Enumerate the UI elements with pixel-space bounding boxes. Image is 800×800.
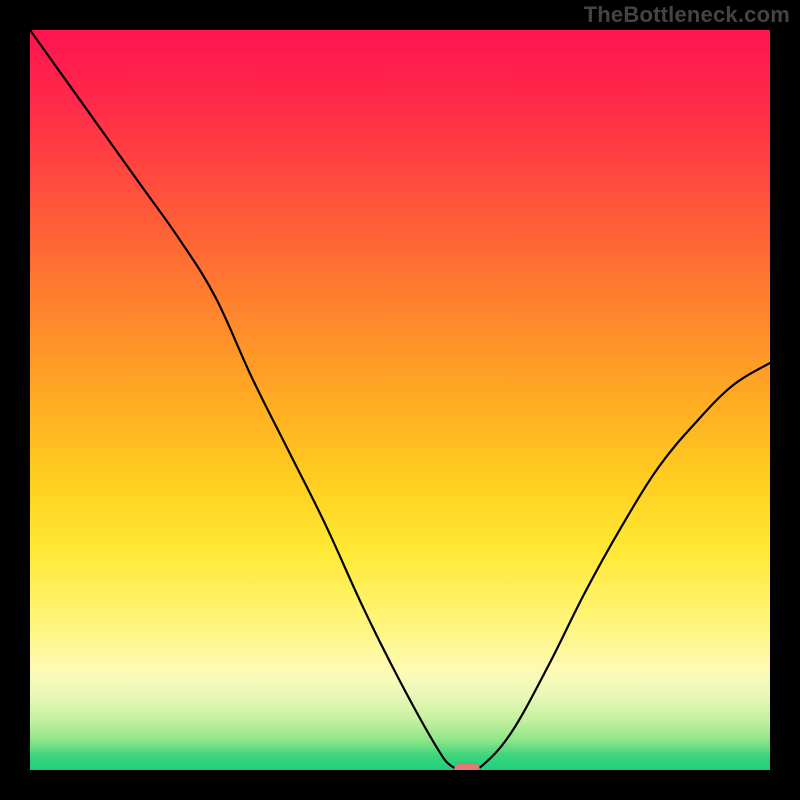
plot-area	[30, 30, 770, 770]
chart-frame: TheBottleneck.com	[0, 0, 800, 800]
watermark-text: TheBottleneck.com	[584, 2, 790, 28]
bottleneck-curve	[30, 30, 770, 770]
optimal-point-marker	[454, 764, 480, 771]
